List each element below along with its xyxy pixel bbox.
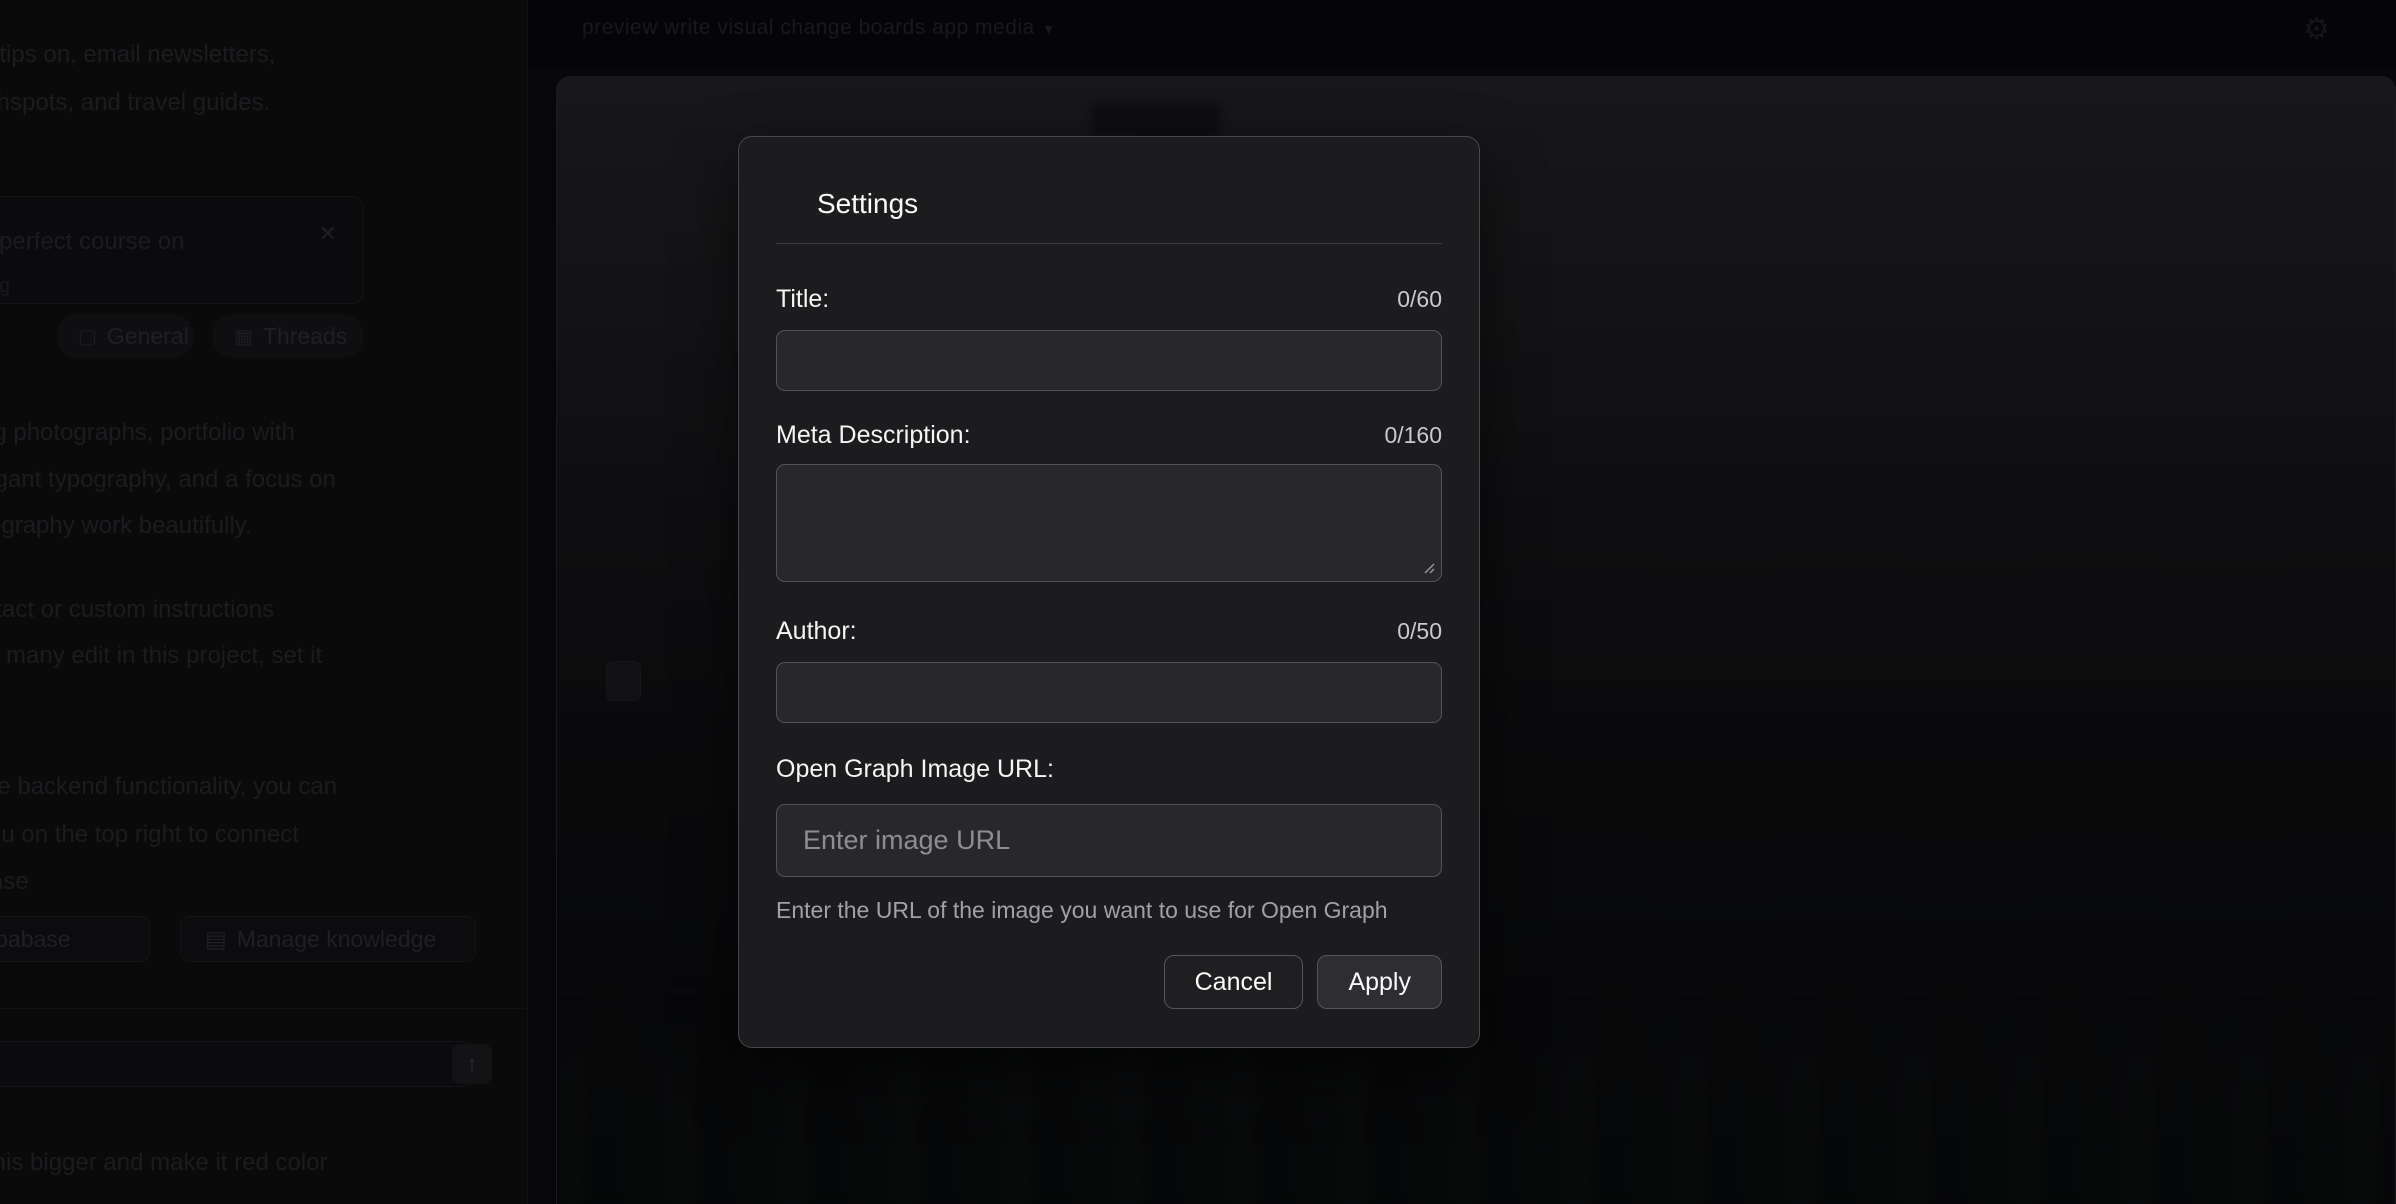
cancel-button[interactable]: Cancel xyxy=(1164,955,1304,1009)
author-counter: 0/50 xyxy=(1397,618,1442,645)
dialog-title: Settings xyxy=(817,187,1442,221)
meta-description-counter: 0/160 xyxy=(1384,422,1442,449)
og-image-url-helper: Enter the URL of the image you want to u… xyxy=(776,897,1442,923)
meta-description-label: Meta Description: xyxy=(776,420,971,450)
title-label: Title: xyxy=(776,284,829,314)
author-input[interactable] xyxy=(776,662,1442,723)
screen: preview write visual change boards app m… xyxy=(0,0,2396,1204)
title-input[interactable] xyxy=(776,330,1442,391)
settings-dialog: Settings Title: 0/60 Meta Description: 0… xyxy=(738,136,1480,1048)
dialog-divider xyxy=(776,243,1442,244)
og-image-url-label: Open Graph Image URL: xyxy=(776,754,1054,784)
og-image-url-input[interactable] xyxy=(776,804,1442,877)
title-counter: 0/60 xyxy=(1397,286,1442,313)
apply-button[interactable]: Apply xyxy=(1317,955,1442,1009)
meta-description-textarea[interactable] xyxy=(776,464,1442,582)
resize-grip-icon[interactable] xyxy=(1422,561,1436,575)
author-label: Author: xyxy=(776,616,857,646)
